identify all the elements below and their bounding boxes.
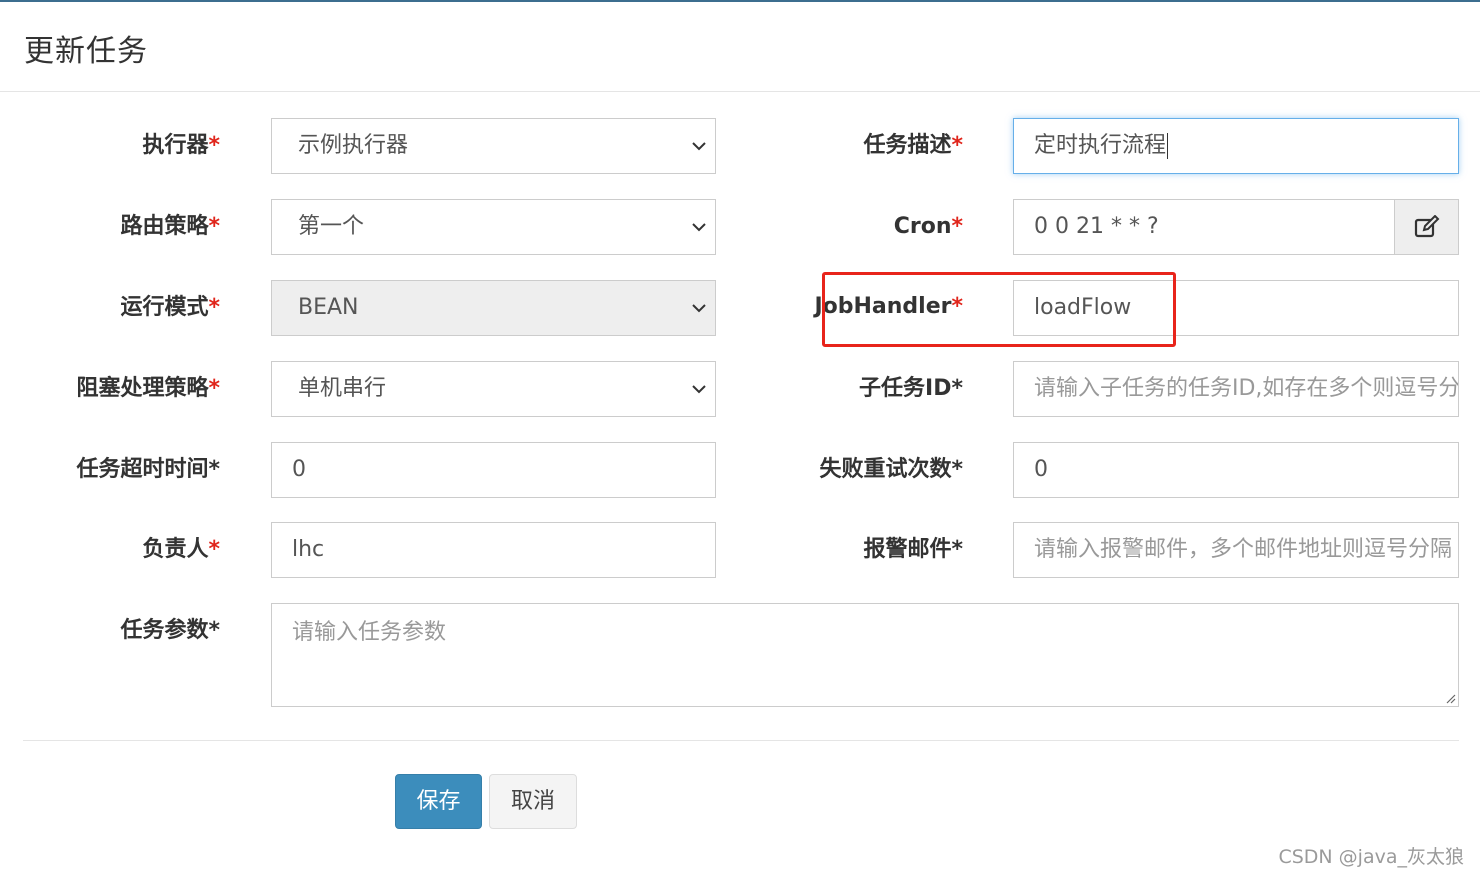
job-desc-value: 定时执行流程: [1034, 133, 1167, 158]
child-job-id-label: 子任务ID*: [859, 376, 963, 401]
author-value: lhc: [292, 537, 325, 562]
header-divider: [0, 91, 1480, 92]
modal-title: 更新任务: [24, 34, 148, 69]
run-mode-label: 运行模式*: [120, 295, 220, 320]
cron-input[interactable]: 0 0 21 * * ?: [1013, 199, 1395, 255]
route-strategy-label: 路由策略*: [120, 214, 220, 239]
job-param-label: 任务参数*: [120, 618, 220, 643]
annotation-highlight-box: [822, 272, 1176, 347]
block-strategy-value: 单机串行: [298, 376, 387, 401]
fail-retry-value: 0: [1034, 457, 1048, 482]
footer-divider: [23, 740, 1459, 741]
executor-select[interactable]: 示例执行器: [271, 118, 716, 174]
top-border: [0, 0, 1480, 2]
resize-handle-icon[interactable]: [1444, 692, 1456, 704]
alarm-email-placeholder: 请输入报警邮件，多个邮件地址则逗号分隔: [1034, 537, 1453, 562]
fail-retry-label: 失败重试次数*: [819, 457, 963, 482]
executor-value: 示例执行器: [298, 133, 409, 158]
block-strategy-select[interactable]: 单机串行: [271, 361, 716, 417]
edit-icon: [1414, 215, 1440, 238]
block-strategy-label: 阻塞处理策略*: [76, 376, 220, 401]
cancel-button[interactable]: 取消: [489, 774, 577, 829]
fail-retry-input[interactable]: 0: [1013, 442, 1459, 498]
job-param-placeholder: 请输入任务参数: [292, 620, 447, 645]
run-mode-select[interactable]: BEAN: [271, 280, 716, 336]
cron-label: Cron*: [893, 214, 963, 239]
text-caret: [1167, 133, 1169, 159]
executor-label: 执行器*: [142, 133, 220, 158]
job-param-textarea[interactable]: 请输入任务参数: [271, 603, 1459, 707]
job-desc-label: 任务描述*: [863, 133, 963, 158]
run-mode-value: BEAN: [298, 295, 359, 320]
watermark: CSDN @java_灰太狼: [1278, 846, 1464, 868]
child-job-id-input[interactable]: 请输入子任务的任务ID,如存在多个则逗号分隔: [1013, 361, 1459, 417]
route-strategy-select[interactable]: 第一个: [271, 199, 716, 255]
cron-value: 0 0 21 * * ?: [1034, 214, 1159, 239]
timeout-value: 0: [292, 457, 306, 482]
child-job-id-placeholder: 请输入子任务的任务ID,如存在多个则逗号分隔: [1034, 376, 1459, 401]
author-input[interactable]: lhc: [271, 522, 716, 578]
timeout-label: 任务超时时间*: [76, 457, 220, 482]
cron-edit-button[interactable]: [1394, 199, 1459, 255]
job-desc-input[interactable]: 定时执行流程: [1013, 118, 1459, 174]
timeout-input[interactable]: 0: [271, 442, 716, 498]
alarm-email-input[interactable]: 请输入报警邮件，多个邮件地址则逗号分隔: [1013, 522, 1459, 578]
save-button[interactable]: 保存: [395, 774, 482, 829]
author-label: 负责人*: [142, 537, 220, 562]
route-strategy-value: 第一个: [298, 214, 365, 239]
alarm-email-label: 报警邮件*: [863, 537, 963, 562]
